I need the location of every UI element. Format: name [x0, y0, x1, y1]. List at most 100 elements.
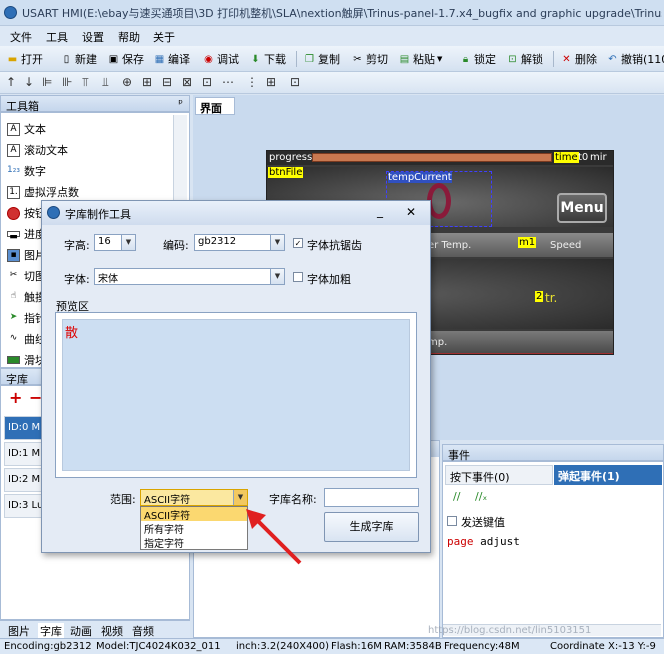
progress-icon: ▬	[7, 231, 20, 242]
paste-dropdown-icon[interactable]: ▼	[437, 55, 442, 63]
debug-label: 调试	[217, 53, 239, 66]
menu-settings[interactable]: 设置	[82, 29, 104, 45]
snap-icon[interactable]: ⊡	[290, 75, 300, 89]
range-option[interactable]: 指定字符	[141, 535, 247, 550]
send-key-label: 发送键值	[461, 516, 505, 529]
spacing-icon[interactable]: ⋯	[222, 75, 234, 89]
align-left-icon[interactable]: ⊫	[42, 75, 52, 89]
debug-button[interactable]: ◉ 调试	[202, 50, 239, 68]
libname-input[interactable]	[324, 488, 419, 507]
tab-fonts[interactable]: 字库	[38, 623, 64, 639]
open-button[interactable]: ▬ 打开	[6, 50, 43, 68]
align-center-icon[interactable]: ⊪	[62, 75, 72, 89]
move-up-icon[interactable]: ↑	[6, 75, 16, 89]
toolbox-item-scroll-text[interactable]: A 滚动文本	[7, 142, 68, 158]
height-label: 字高:	[64, 239, 90, 252]
toolbox-item-float[interactable]: 1. 虚拟浮点数	[7, 184, 79, 200]
same-size-icon[interactable]: ⊡	[202, 75, 212, 89]
pin-icon[interactable]: ᵖ	[178, 97, 183, 110]
toolbox-item-label: 滚动文本	[24, 144, 68, 157]
compile-icon: ▦	[154, 53, 165, 65]
same-width-icon[interactable]: ⊟	[162, 75, 172, 89]
spacing-v-icon[interactable]: ⋮	[246, 75, 258, 89]
main-toolbar: ▬ 打开 ▯ 新建 ▣ 保存 ▦ 编译 ◉ 调试 ⬇ 下载 ❐ 复制 ✂ 剪切 ▤ 粘贴 ▼ 🔒︎ 锁…	[0, 46, 664, 72]
paste-button[interactable]: ▤ 粘贴 ▼	[398, 50, 443, 68]
height-select[interactable]: 16 ▼	[94, 234, 136, 251]
tab-interface[interactable]: 界面	[195, 97, 235, 115]
close-icon[interactable]: ✕	[406, 205, 416, 219]
menu-help[interactable]: 帮助	[118, 29, 140, 45]
button-icon	[7, 206, 20, 220]
preview-glyph: 散	[65, 326, 79, 341]
save-icon: ▣	[108, 53, 119, 65]
save-button[interactable]: ▣ 保存	[107, 50, 144, 68]
copy-icon: ❐	[305, 53, 314, 65]
antialias-checkbox[interactable]: ✓	[293, 238, 303, 248]
save-label: 保存	[122, 53, 144, 66]
comment-icon[interactable]: //ₓ	[475, 490, 487, 503]
er-temp-label: er Temp.	[428, 240, 472, 251]
unlock-label: 解锁	[521, 53, 543, 66]
scroll-text-icon: A	[7, 143, 20, 157]
dialog-app-icon	[47, 206, 60, 219]
same-height-icon[interactable]: ⊠	[182, 75, 192, 89]
range-label: 范围:	[110, 493, 136, 506]
tab-press-event[interactable]: 按下事件(0)	[445, 465, 553, 485]
copy-button[interactable]: ❐ 复制	[303, 50, 340, 68]
download-button[interactable]: ⬇ 下载	[249, 50, 286, 68]
undo-button[interactable]: ↶ 撤销(110	[606, 50, 664, 68]
tab-pictures[interactable]: 图片	[8, 623, 30, 639]
toolbox-item-number[interactable]: 1₂₃ 数字	[7, 163, 46, 179]
m1-label: m1	[518, 237, 537, 248]
arrow-shaft	[252, 515, 302, 565]
fontlib-row-label: ID:2 M	[8, 474, 41, 485]
cut-button[interactable]: ✂ 剪切	[351, 50, 388, 68]
distribute-icon[interactable]: ⊞	[142, 75, 152, 89]
encoding-select[interactable]: gb2312 ▼	[194, 234, 285, 251]
font-value: 宋体	[98, 274, 118, 285]
minimize-icon[interactable]: _	[377, 204, 383, 218]
tab-release-event[interactable]: 弹起事件(1)	[554, 465, 662, 485]
event-code[interactable]: page adjust	[447, 535, 520, 548]
range-option[interactable]: ASCII字符	[141, 507, 247, 522]
toolbox-item-text[interactable]: A 文本	[7, 121, 46, 137]
tempcurrent-label: tempCurrent	[388, 172, 452, 183]
align-top-icon[interactable]: ⫪	[82, 75, 89, 90]
range-option[interactable]: 所有字符	[141, 521, 247, 536]
tab-video[interactable]: 视频	[101, 623, 123, 639]
toolbox-item-label: 文本	[24, 123, 46, 136]
new-button[interactable]: ▯ 新建	[60, 50, 97, 68]
menu-about[interactable]: 关于	[153, 29, 175, 45]
format-icon[interactable]: //	[453, 490, 460, 503]
send-key-checkbox[interactable]	[447, 516, 457, 526]
tab-release-label: 弹起事件(1)	[558, 470, 620, 483]
tab-audio[interactable]: 音频	[132, 623, 154, 639]
fontlib-row-label: ID:1 M	[8, 448, 41, 459]
unlock-button[interactable]: ⊡ 解锁	[506, 50, 543, 68]
align-middle-icon[interactable]: ⊕	[122, 75, 132, 89]
annotation-arrow	[246, 509, 302, 565]
download-label: 下载	[264, 53, 286, 66]
font-select[interactable]: 宋体 ▼	[94, 268, 285, 285]
move-down-icon[interactable]: ↓	[24, 75, 34, 89]
range-select[interactable]: ASCII字符 ▼	[140, 489, 248, 506]
generate-button[interactable]: 生成字库	[324, 512, 419, 542]
lock-button[interactable]: 🔒︎ 锁定	[459, 50, 496, 68]
status-bar: Encoding:gb2312 Model:TJC4024K032_011 in…	[0, 638, 664, 654]
tab-press-label: 按下事件(0)	[450, 471, 510, 484]
menu-tools[interactable]: 工具	[46, 29, 68, 45]
min-label: mir	[590, 152, 607, 163]
curve-icon: ∿	[9, 332, 18, 343]
preview-area: 散	[55, 312, 417, 478]
bold-checkbox[interactable]	[293, 272, 303, 282]
delete-button[interactable]: ✕ 删除	[560, 50, 597, 68]
grid-icon[interactable]: ⊞	[266, 75, 276, 89]
add-icon[interactable]: +	[9, 388, 22, 407]
compile-button[interactable]: ▦ 编译	[153, 50, 190, 68]
menu-file[interactable]: 文件	[10, 29, 32, 45]
range-option-label: 指定字符	[144, 539, 184, 550]
tab-animation[interactable]: 动画	[70, 623, 92, 639]
chevron-down-icon: ▼	[270, 269, 284, 284]
align-bottom-icon[interactable]: ⫫	[102, 75, 109, 90]
title-bar: USART HMI(E:\ebay与速买通项目\3D 打印机整机\SLA\nex…	[0, 0, 664, 26]
